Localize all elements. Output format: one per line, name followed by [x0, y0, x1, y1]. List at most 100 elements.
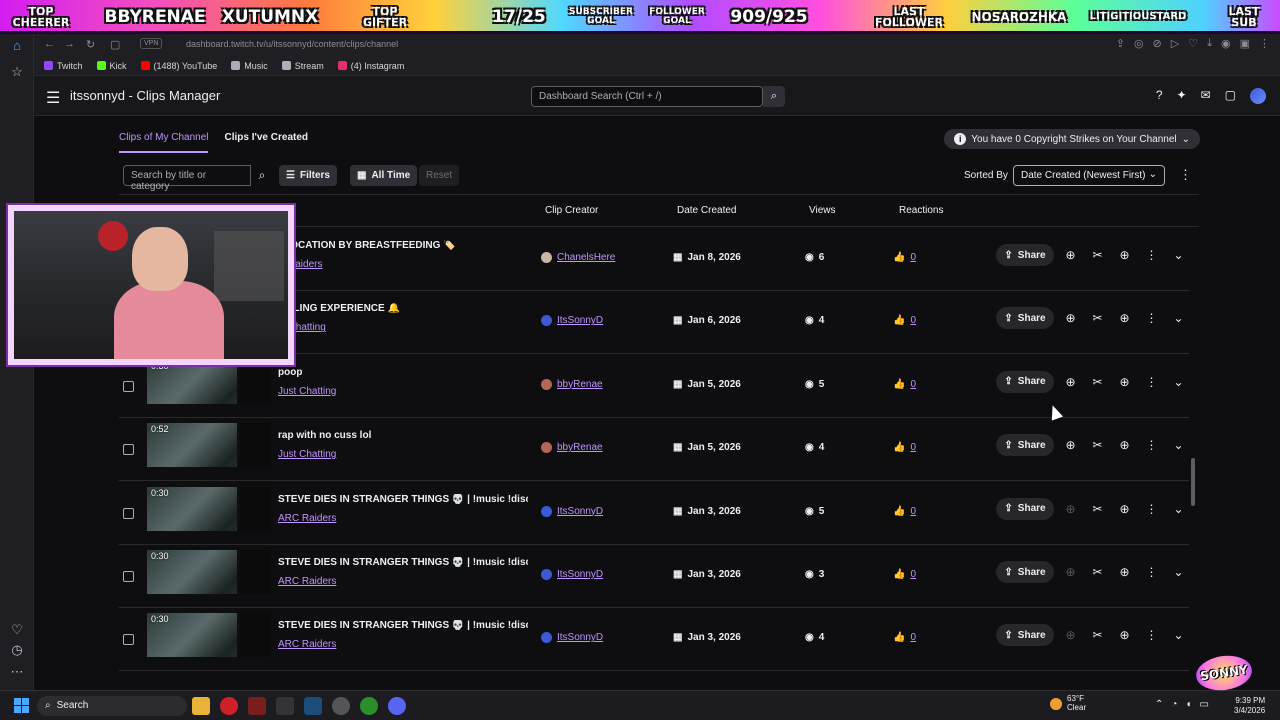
- scrollbar-thumb[interactable]: [1191, 458, 1195, 506]
- heart-icon[interactable]: ♡: [9, 622, 25, 638]
- bookmark-item[interactable]: Kick: [96, 61, 127, 71]
- add-circle-icon[interactable]: ⊕: [1118, 502, 1131, 516]
- clip-reactions[interactable]: 👍 0: [893, 632, 916, 643]
- clip-title[interactable]: FFOCATION BY BREASTFEEDING 🏷️: [278, 240, 456, 251]
- tab-clips-of-my-channel[interactable]: Clips of My Channel: [119, 132, 209, 153]
- kebab-menu-icon[interactable]: ⋮: [1145, 311, 1158, 325]
- crosshair-icon[interactable]: ⊕: [1064, 502, 1077, 516]
- chevron-down-icon[interactable]: ⌄: [1172, 311, 1185, 325]
- clip-category[interactable]: Just Chatting: [278, 449, 336, 460]
- table-row[interactable]: 0:30 STEVE DIES IN STRANGER THINGS 💀 | !…: [119, 608, 1189, 672]
- discord-icon[interactable]: [388, 697, 406, 715]
- clip-creator-link[interactable]: bbyRenae: [541, 378, 603, 390]
- hamburger-menu-icon[interactable]: ☰: [46, 88, 60, 108]
- mail-icon[interactable]: ✉: [1201, 88, 1211, 104]
- share-button[interactable]: ⇪ Share: [996, 434, 1054, 457]
- filters-button[interactable]: ☰ Filters: [279, 165, 337, 186]
- clip-thumbnail[interactable]: 0:30: [147, 613, 271, 658]
- clip-title[interactable]: STEVE DIES IN STRANGER THINGS 💀 | !music…: [278, 494, 528, 505]
- share-button[interactable]: ⇪ Share: [996, 244, 1054, 266]
- clip-thumbnail[interactable]: 0:30: [147, 550, 271, 594]
- add-circle-icon[interactable]: ⊕: [1118, 438, 1131, 452]
- xbox-icon[interactable]: [360, 697, 378, 715]
- row-checkbox[interactable]: [123, 634, 134, 646]
- file-explorer-icon[interactable]: [192, 697, 210, 715]
- clip-title[interactable]: STEVE DIES IN STRANGER THINGS 💀 | !music…: [278, 557, 528, 568]
- clip-reactions[interactable]: 👍 0: [893, 442, 916, 453]
- scissors-icon[interactable]: ✂: [1091, 502, 1104, 516]
- epic-games-icon[interactable]: [276, 697, 294, 715]
- row-checkbox[interactable]: [123, 444, 134, 456]
- taskbar-search[interactable]: ⌕ Search: [37, 696, 187, 716]
- crosshair-icon[interactable]: ⊕: [1064, 375, 1077, 389]
- clip-reactions[interactable]: 👍 0: [893, 569, 916, 580]
- row-checkbox[interactable]: [123, 571, 134, 582]
- scissors-icon[interactable]: ✂: [1091, 248, 1104, 262]
- url-text[interactable]: dashboard.twitch.tv/u/itssonnyd/content/…: [186, 39, 398, 49]
- camera-icon[interactable]: ◎: [1134, 37, 1144, 50]
- column-clip-creator[interactable]: Clip Creator: [545, 205, 598, 216]
- table-row[interactable]: 0:52 rap with no cuss lol Just Chatting …: [119, 418, 1189, 482]
- history-icon[interactable]: ◷: [9, 642, 25, 658]
- chevron-down-icon[interactable]: ⌄: [1172, 438, 1185, 452]
- clip-creator-link[interactable]: bbyRenae: [541, 442, 603, 454]
- row-checkbox[interactable]: [123, 507, 134, 519]
- clip-category[interactable]: Just Chatting: [278, 386, 336, 397]
- clip-creator-link[interactable]: ChanelsHere: [541, 252, 615, 263]
- bookmark-item[interactable]: (4) Instagram: [337, 61, 404, 71]
- crosshair-icon[interactable]: ⊕: [1064, 438, 1077, 452]
- table-row[interactable]: 0:30 STEVE DIES IN STRANGER THINGS 💀 | !…: [119, 545, 1189, 608]
- scissors-icon[interactable]: ✂: [1091, 438, 1104, 452]
- bookmark-item[interactable]: (1488) YouTube: [140, 61, 217, 71]
- wifi-icon[interactable]: ◔: [1171, 699, 1177, 710]
- more-icon[interactable]: ⋯: [9, 664, 25, 680]
- clock[interactable]: 9:39 PM 3/4/2026: [1234, 696, 1265, 717]
- add-circle-icon[interactable]: ⊕: [1118, 375, 1131, 389]
- add-circle-icon[interactable]: ⊕: [1118, 248, 1131, 262]
- clip-title[interactable]: poop: [278, 367, 302, 378]
- clip-creator-link[interactable]: ItsSonnyD: [541, 505, 603, 517]
- clip-category[interactable]: ARC Raiders: [278, 576, 336, 587]
- clip-creator-link[interactable]: ItsSonnyD: [541, 315, 603, 327]
- clip-thumbnail[interactable]: 0:52: [147, 423, 271, 468]
- share-button[interactable]: ⇪ Share: [996, 561, 1054, 583]
- sort-select[interactable]: Date Created (Newest First) ⌄: [1013, 165, 1165, 186]
- avatar[interactable]: [1250, 88, 1266, 104]
- clip-title[interactable]: STEVE DIES IN STRANGER THINGS 💀 | !music…: [278, 620, 528, 631]
- chat-icon[interactable]: ▢: [1225, 88, 1236, 104]
- column-views[interactable]: Views: [809, 205, 836, 216]
- scrollbar[interactable]: [1191, 226, 1196, 692]
- row-checkbox[interactable]: [123, 380, 134, 392]
- back-icon[interactable]: ←: [44, 38, 55, 50]
- kebab-menu-icon[interactable]: ⋮: [1145, 375, 1158, 389]
- kebab-menu-icon[interactable]: ⋮: [1145, 248, 1158, 262]
- search-icon[interactable]: ⌕: [763, 86, 785, 107]
- star-icon[interactable]: ☆: [9, 64, 25, 80]
- app-icon[interactable]: [248, 697, 266, 715]
- clip-creator-link[interactable]: ItsSonnyD: [541, 569, 603, 580]
- bookmark-item[interactable]: Music: [231, 61, 268, 71]
- scissors-icon[interactable]: ✂: [1091, 565, 1104, 579]
- chevron-down-icon[interactable]: ⌄: [1172, 565, 1185, 579]
- steam-icon[interactable]: [304, 697, 322, 715]
- wallet-icon[interactable]: ▣: [1240, 37, 1250, 50]
- magic-icon[interactable]: ✦: [1177, 88, 1187, 104]
- opera-icon[interactable]: [220, 697, 238, 715]
- clip-reactions[interactable]: 👍 0: [893, 506, 916, 517]
- chevron-up-icon[interactable]: ⌃: [1155, 699, 1163, 710]
- dashboard-search-input[interactable]: Dashboard Search (Ctrl + /): [531, 86, 763, 107]
- kebab-menu-icon[interactable]: ⋮: [1145, 628, 1158, 642]
- play-icon[interactable]: ▷: [1171, 37, 1179, 50]
- scissors-icon[interactable]: ✂: [1091, 628, 1104, 642]
- bookmark-item[interactable]: Stream: [281, 61, 324, 71]
- crosshair-icon[interactable]: ⊕: [1064, 628, 1077, 642]
- tab-clips-ive-created[interactable]: Clips I've Created: [224, 132, 308, 153]
- add-circle-icon[interactable]: ⊕: [1118, 628, 1131, 642]
- column-reactions[interactable]: Reactions: [899, 205, 943, 216]
- obs-icon[interactable]: [332, 697, 350, 715]
- volume-icon[interactable]: ◖: [1185, 699, 1191, 710]
- reload-icon[interactable]: ↻: [86, 38, 95, 51]
- help-icon[interactable]: ?: [1156, 88, 1163, 104]
- kebab-menu-icon[interactable]: ⋮: [1145, 438, 1158, 452]
- search-icon[interactable]: ⌕: [251, 165, 273, 186]
